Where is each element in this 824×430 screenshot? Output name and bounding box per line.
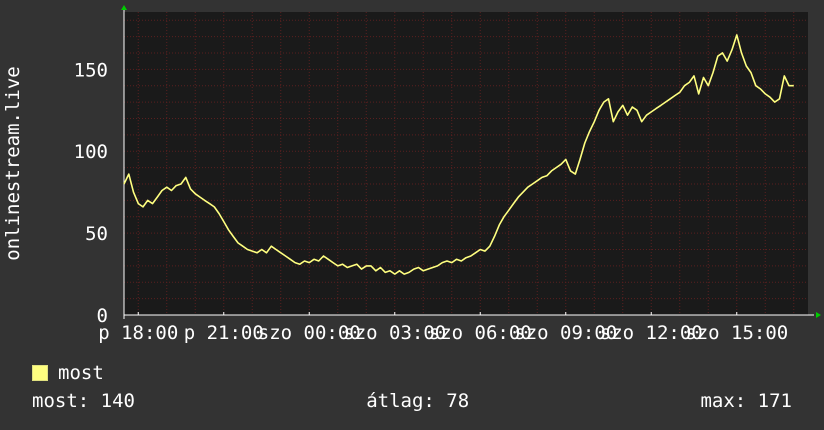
x-tick-label: p 18:00 bbox=[98, 322, 178, 344]
x-tick-label: p 21:00 bbox=[184, 322, 264, 344]
x-axis-arrow bbox=[816, 312, 821, 318]
stat-average: átlag: 78 bbox=[366, 390, 470, 412]
stat-current: most: 140 bbox=[32, 390, 135, 412]
x-tick-label: szo 15:00 bbox=[685, 322, 788, 344]
legend: most bbox=[32, 362, 104, 384]
stats-row: most: 140 átlag: 78 max: 171 bbox=[32, 390, 792, 412]
y-tick-label: 100 bbox=[74, 141, 108, 163]
y-tick-label: 50 bbox=[85, 223, 108, 245]
line-chart: 050100150p 18:00 p 21:00szo 00:00szo 03:0… bbox=[2, 5, 821, 344]
plot-area bbox=[124, 12, 808, 315]
y-tick-label: 150 bbox=[74, 59, 108, 81]
legend-swatch-most bbox=[32, 365, 48, 381]
legend-label-most: most bbox=[58, 362, 104, 384]
y-axis-label: onlinestream.live bbox=[2, 66, 24, 260]
y-axis-arrow bbox=[121, 5, 127, 10]
stat-maximum: max: 171 bbox=[700, 390, 792, 412]
